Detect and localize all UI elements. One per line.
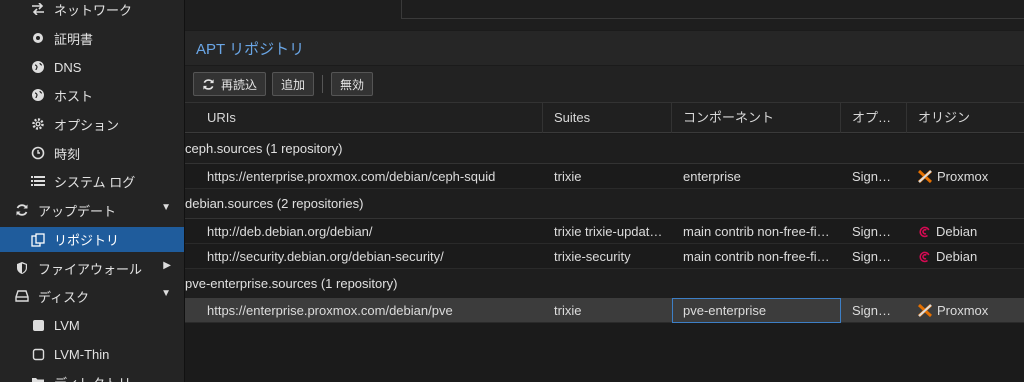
cell-uri: https://enterprise.proxmox.com/debian/pv… xyxy=(207,303,453,318)
cell-suites: trixie trixie-updat… xyxy=(554,224,663,239)
cell-components[interactable]: pve-enterprise xyxy=(672,298,841,323)
group-header-pve-enterprise[interactable]: pve-enterprise.sources (1 repository) xyxy=(185,269,1024,299)
toolbar-separator xyxy=(322,75,324,93)
cell-origin: Proxmox xyxy=(907,298,1024,323)
cell-suites: trixie xyxy=(554,169,582,184)
cell-uri: http://deb.debian.org/debian/ xyxy=(207,224,373,239)
cell-suites: trixie-security xyxy=(554,249,631,264)
refresh-icon xyxy=(202,78,215,91)
cell-options: Sign… xyxy=(852,224,892,239)
cell-options: Sign… xyxy=(852,169,892,184)
main-content: APT リポジトリ 再読込 追加 無効 URIs Suites コンポーネント … xyxy=(185,0,1024,382)
debian-logo-icon xyxy=(918,250,931,263)
folder-icon xyxy=(30,374,46,382)
cell-suites: trixie xyxy=(554,303,582,318)
cell-options: Sign… xyxy=(852,249,892,264)
exchange-icon xyxy=(30,1,46,17)
table-row-selected[interactable]: https://enterprise.proxmox.com/debian/pv… xyxy=(185,298,1024,323)
sidebar-item-network[interactable]: ネットワーク xyxy=(0,0,184,23)
cell-origin: Debian xyxy=(907,219,1024,244)
sidebar-item-label: オプション xyxy=(54,117,120,133)
sidebar-item-label: ホスト xyxy=(54,88,94,104)
top-panel-box xyxy=(401,0,1024,19)
sidebar-item-disks[interactable]: ディスク ▼ xyxy=(0,282,184,310)
hdd-icon xyxy=(14,288,30,304)
list-icon xyxy=(30,173,46,189)
grid-header: URIs Suites コンポーネント オプ… オリジン xyxy=(185,102,1024,133)
chevron-down-icon[interactable]: ▼ xyxy=(161,288,171,299)
cell-origin: Debian xyxy=(907,244,1024,269)
column-header-components[interactable]: コンポーネント xyxy=(672,103,841,133)
refresh-icon xyxy=(14,202,30,218)
cell-components: main contrib non-free-fi… xyxy=(683,249,830,264)
sidebar-item-certificates[interactable]: 証明書 xyxy=(0,24,184,52)
cell-components: main contrib non-free-fi… xyxy=(683,224,830,239)
table-row[interactable]: http://deb.debian.org/debian/ trixie tri… xyxy=(185,219,1024,244)
gear-icon xyxy=(30,116,46,132)
sidebar-item-label: ディスク xyxy=(38,289,90,305)
sidebar-item-syslog[interactable]: システム ログ xyxy=(0,167,184,195)
sidebar-item-updates[interactable]: アップデート ▼ xyxy=(0,196,184,224)
proxmox-logo-icon xyxy=(918,304,932,317)
sidebar-item-directory[interactable]: ディレクトリ xyxy=(0,368,184,382)
column-header-origin[interactable]: オリジン xyxy=(907,103,1024,133)
table-row[interactable]: https://enterprise.proxmox.com/debian/ce… xyxy=(185,164,1024,189)
sidebar-item-label: リポジトリ xyxy=(54,233,120,248)
cell-uri: https://enterprise.proxmox.com/debian/ce… xyxy=(207,169,496,184)
sidebar-item-label: 証明書 xyxy=(54,31,94,47)
cell-options: Sign… xyxy=(852,303,892,318)
table-row[interactable]: http://security.debian.org/debian-securi… xyxy=(185,244,1024,269)
group-header-debian[interactable]: debian.sources (2 repositories) xyxy=(185,189,1024,219)
column-header-uris[interactable]: URIs xyxy=(196,103,543,133)
sidebar-item-repositories[interactable]: リポジトリ xyxy=(0,227,184,252)
certificate-icon xyxy=(30,30,46,46)
globe-icon xyxy=(30,59,46,75)
clock-icon xyxy=(30,145,46,161)
top-panel-remnant xyxy=(185,0,1024,30)
cell-origin: Proxmox xyxy=(907,164,1024,189)
square-icon xyxy=(30,317,46,333)
cell-components: enterprise xyxy=(683,169,741,184)
sidebar-item-label: ファイアウォール xyxy=(38,261,143,277)
reload-label: 再読込 xyxy=(221,77,258,92)
debian-logo-icon xyxy=(918,225,931,238)
disable-label: 無効 xyxy=(340,77,365,92)
sidebar-item-label: LVM xyxy=(54,317,80,333)
sidebar-item-lvm[interactable]: LVM xyxy=(0,311,184,339)
sidebar-item-label: ディレクトリ xyxy=(54,373,131,382)
cell-uri: http://security.debian.org/debian-securi… xyxy=(207,249,444,264)
sidebar-item-firewall[interactable]: ファイアウォール ▶ xyxy=(0,254,184,282)
globe-icon xyxy=(30,87,46,103)
sidebar-item-hosts[interactable]: ホスト xyxy=(0,81,184,109)
chevron-down-icon[interactable]: ▼ xyxy=(161,202,171,213)
sidebar-item-label: ネットワーク xyxy=(54,2,133,18)
square-outline-icon xyxy=(30,346,46,362)
sidebar: ネットワーク 証明書 DNS ホスト オプション 時刻 システム ログ アップデ… xyxy=(0,0,185,382)
sidebar-item-lvm-thin[interactable]: LVM-Thin xyxy=(0,340,184,368)
sidebar-item-time[interactable]: 時刻 xyxy=(0,139,184,167)
sidebar-item-dns[interactable]: DNS xyxy=(0,53,184,81)
sidebar-item-label: アップデート xyxy=(38,203,117,219)
copy-icon xyxy=(30,232,46,248)
disable-button[interactable]: 無効 xyxy=(331,72,374,96)
panel-title: APT リポジトリ xyxy=(185,31,1024,65)
sidebar-item-label: システム ログ xyxy=(54,174,136,190)
toolbar: 再読込 追加 無効 xyxy=(185,66,1024,102)
sidebar-item-options[interactable]: オプション xyxy=(0,110,184,138)
column-header-options[interactable]: オプ… xyxy=(841,103,907,133)
sidebar-item-label: 時刻 xyxy=(54,146,81,162)
add-label: 追加 xyxy=(281,77,306,92)
column-header-suites[interactable]: Suites xyxy=(543,103,672,133)
reload-button[interactable]: 再読込 xyxy=(193,72,267,96)
shield-icon xyxy=(14,260,30,276)
proxmox-logo-icon xyxy=(918,170,932,183)
sidebar-item-label: LVM-Thin xyxy=(54,346,110,362)
sidebar-item-label: DNS xyxy=(54,59,82,75)
chevron-right-icon[interactable]: ▶ xyxy=(163,260,171,271)
add-button[interactable]: 追加 xyxy=(272,72,315,96)
group-header-ceph[interactable]: ceph.sources (1 repository) xyxy=(185,134,1024,164)
